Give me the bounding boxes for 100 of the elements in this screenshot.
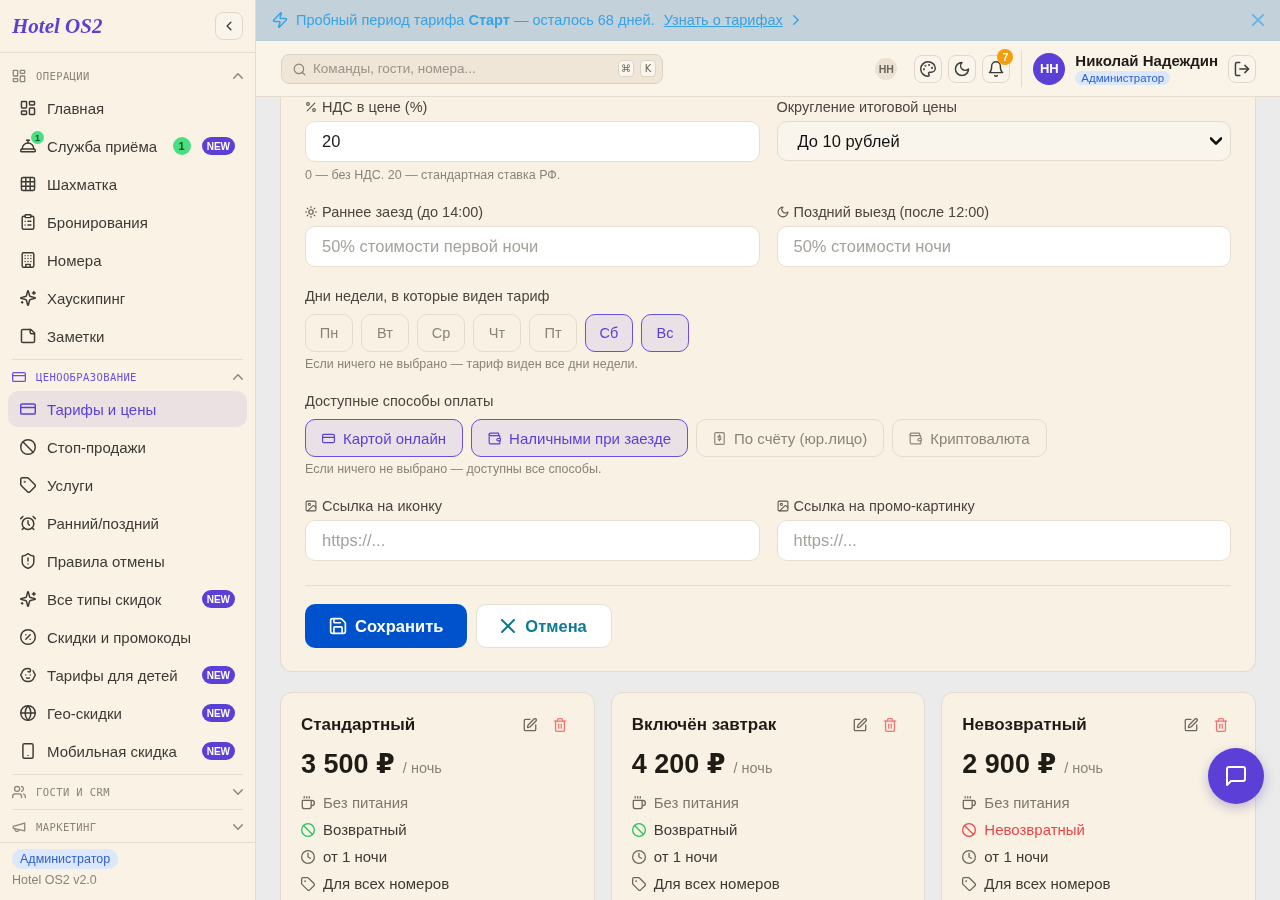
building-icon xyxy=(20,252,36,268)
nav-section-header[interactable]: МАРКЕТИНГ xyxy=(8,813,247,841)
trial-message: Пробный период тарифа Старт — осталось 68 дней. xyxy=(296,12,655,28)
new-badge: NEW xyxy=(201,666,235,684)
vat-input[interactable]: 20 xyxy=(305,121,760,162)
nav-item[interactable]: Мобильная скидка NEW xyxy=(8,733,247,769)
rate-feature: от 1 ночи xyxy=(653,848,718,865)
early-checkin-input[interactable]: 50% стоимости первой ночи xyxy=(305,226,760,267)
nav-item[interactable]: Хаускипинг xyxy=(8,280,247,316)
count-badge: 1 xyxy=(172,137,191,155)
logout-icon xyxy=(1234,60,1250,77)
nav-item[interactable]: Все типы скидок NEW xyxy=(8,581,247,617)
user-initials-avatar: НН xyxy=(875,57,898,80)
search-icon xyxy=(293,62,306,76)
logout-button[interactable] xyxy=(1228,54,1256,83)
nav-section-header[interactable]: ГОСТИ И CRM xyxy=(8,778,247,806)
users-icon xyxy=(12,785,26,799)
nav-item[interactable]: Услуги xyxy=(8,467,247,503)
bell-icon xyxy=(988,60,1005,77)
dollar-document-icon xyxy=(713,431,726,445)
palette-icon xyxy=(920,60,937,77)
nav-item[interactable]: Шахматка xyxy=(8,166,247,202)
theme-palette-button[interactable] xyxy=(914,54,943,83)
rate-feature: Без питания xyxy=(984,794,1070,811)
rate-feature: Для всех номеров xyxy=(984,875,1111,892)
image-icon xyxy=(305,500,317,512)
user-name: Николай Надеждин xyxy=(1075,52,1218,69)
field-label: Раннее заезд (до 14:00) xyxy=(322,204,484,220)
chat-icon xyxy=(1225,765,1247,787)
rate-feature: от 1 ночи xyxy=(323,848,388,865)
save-icon xyxy=(329,617,347,635)
field-label: Доступные способы оплаты xyxy=(305,393,494,409)
rate-price: 2 900 ₽ xyxy=(962,748,1057,780)
nav-section-header[interactable]: ОПЕРАЦИИ xyxy=(8,62,247,90)
moon-icon xyxy=(954,60,971,77)
rate-feature: от 1 ночи xyxy=(984,848,1049,865)
nav-item[interactable]: Заметки xyxy=(8,318,247,354)
save-button[interactable]: Сохранить xyxy=(305,604,468,648)
dashboard-icon xyxy=(12,69,26,83)
rate-name: Стандартный xyxy=(301,715,416,735)
payment-method-toggle[interactable]: Криптовалюта xyxy=(892,419,1047,457)
nav-item[interactable]: Тарифы для детей NEW xyxy=(8,657,247,693)
nav-item[interactable]: Бронирования xyxy=(8,204,247,240)
nav-item[interactable]: Стоп-продажи xyxy=(8,429,247,465)
promo-image-url-input[interactable]: https://... xyxy=(776,520,1231,561)
nav-item[interactable]: Скидки и промокоды xyxy=(8,619,247,655)
nav-item[interactable]: Ранний/поздний xyxy=(8,505,247,541)
edit-icon[interactable] xyxy=(853,718,868,732)
rounding-select[interactable]: До 10 рублей xyxy=(776,121,1231,161)
payment-method-toggle[interactable]: По счёту (юр.лицо) xyxy=(696,419,885,457)
rate-price: 3 500 ₽ xyxy=(301,748,395,780)
megaphone-icon xyxy=(12,820,26,834)
weekday-toggle[interactable]: Вс xyxy=(641,314,689,352)
service-bell-icon xyxy=(20,138,36,154)
field-label: Ссылка на иконку xyxy=(322,498,442,514)
icon-url-input[interactable]: https://... xyxy=(305,520,760,561)
field-hint: Если ничего не выбрано — тариф виден все дни недели. xyxy=(305,356,640,372)
price-unit: / ночь xyxy=(1064,760,1104,776)
clock-icon xyxy=(631,849,646,864)
field-hint: 0 — без НДС. 20 — стандартная ставка РФ. xyxy=(305,167,562,183)
alarm-clock-icon xyxy=(20,515,36,531)
role-badge: Администратор xyxy=(1075,71,1171,85)
new-badge: NEW xyxy=(201,590,235,608)
percent-circle-icon xyxy=(20,629,36,645)
edit-icon[interactable] xyxy=(522,718,537,732)
ban-icon xyxy=(20,439,36,455)
nav-item[interactable]: Главная xyxy=(8,90,247,126)
nav-item[interactable]: Правила отмены xyxy=(8,543,247,579)
nav-item[interactable]: Гео-скидки NEW xyxy=(8,695,247,731)
payment-method-toggle[interactable]: Наличными при заезде xyxy=(471,419,688,457)
count-badge: 1 xyxy=(31,131,44,144)
field-label: Дни недели, в которые виден тариф xyxy=(305,288,550,304)
sun-icon xyxy=(305,206,317,218)
dark-mode-button[interactable] xyxy=(948,54,977,83)
clipboard-icon xyxy=(20,214,36,230)
edit-icon[interactable] xyxy=(1184,718,1198,732)
chevron-right-icon xyxy=(790,15,801,25)
new-badge: NEW xyxy=(201,137,235,155)
cup-icon xyxy=(301,795,315,810)
nav-section-header[interactable]: ЦЕНООБРАЗОВАНИЕ xyxy=(8,363,247,391)
cancel-button[interactable]: Отмена xyxy=(476,604,612,648)
payment-method-toggle[interactable]: Картой онлайн xyxy=(305,419,464,457)
credit-card-icon xyxy=(322,431,335,445)
price-unit: / ночь xyxy=(402,760,442,776)
weekday-toggle[interactable]: Сб xyxy=(585,314,633,352)
sparkles-icon xyxy=(20,290,36,306)
credit-card-icon xyxy=(20,401,36,417)
rate-name: Невозвратный xyxy=(962,715,1087,735)
notification-count-badge: 7 xyxy=(997,48,1014,65)
nav-item[interactable]: Тарифы и цены xyxy=(8,391,247,427)
weekday-toggle[interactable]: Ср xyxy=(417,314,465,352)
note-icon xyxy=(20,328,36,344)
user-avatar[interactable]: НН xyxy=(1033,52,1066,85)
lightning-icon xyxy=(272,12,288,28)
late-checkout-input[interactable]: 50% стоимости ночи xyxy=(776,226,1231,267)
tag-icon xyxy=(20,477,36,493)
wallet-icon xyxy=(488,431,502,445)
smartphone-icon xyxy=(20,743,36,759)
nav-item[interactable]: Номера xyxy=(8,242,247,278)
nav-item[interactable]: 1 Служба приёма 1 NEW xyxy=(8,128,247,164)
